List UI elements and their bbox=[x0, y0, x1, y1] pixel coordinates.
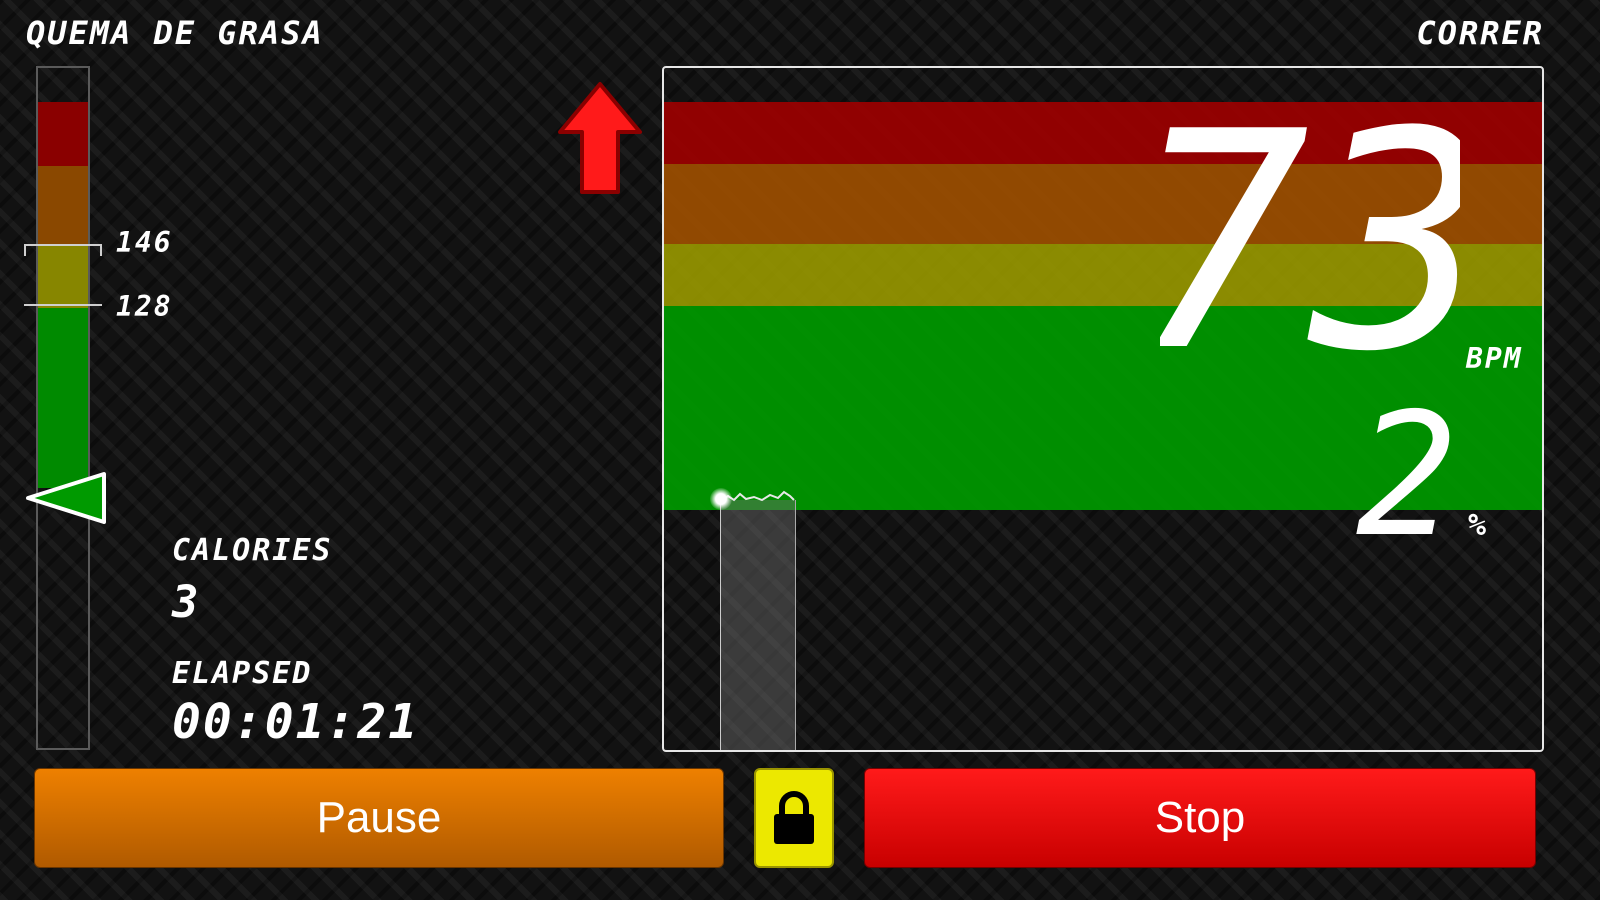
current-reading-dot bbox=[710, 488, 732, 510]
percent-value: 2 bbox=[1356, 396, 1458, 546]
percent-unit-label: % bbox=[1468, 508, 1489, 543]
gauge-zone-orange bbox=[38, 166, 88, 246]
calories-label: CALORIES bbox=[172, 533, 333, 568]
percent-digit-display: 2 bbox=[1356, 396, 1458, 546]
bpm-value: 73 bbox=[1160, 88, 1460, 378]
target-range-bracket bbox=[24, 244, 102, 306]
heart-rate-trace bbox=[720, 490, 795, 503]
lock-icon bbox=[774, 791, 814, 844]
upper-limit-label: 146 bbox=[116, 226, 173, 259]
up-arrow-icon bbox=[558, 82, 642, 194]
bpm-digits-display: 73 bbox=[1160, 88, 1460, 378]
elapsed-label: ELAPSED bbox=[172, 656, 313, 691]
mode-title: QUEMA DE GRASA bbox=[26, 14, 324, 52]
current-level-pointer-icon bbox=[26, 472, 106, 524]
lock-button[interactable] bbox=[754, 768, 834, 868]
activity-label: CORRER bbox=[1416, 14, 1544, 52]
calories-value: 3 bbox=[172, 577, 201, 628]
heart-rate-zone-gauge bbox=[36, 66, 90, 750]
stop-button[interactable]: Stop bbox=[864, 768, 1536, 868]
gauge-zone-green bbox=[38, 308, 88, 488]
elapsed-value: 00:01:21 bbox=[172, 694, 420, 750]
heart-rate-history-area bbox=[720, 500, 796, 750]
gauge-zone-red bbox=[38, 102, 88, 166]
lower-limit-label: 128 bbox=[116, 290, 173, 323]
bpm-unit-label: BPM bbox=[1466, 342, 1523, 375]
pause-button[interactable]: Pause bbox=[34, 768, 724, 868]
